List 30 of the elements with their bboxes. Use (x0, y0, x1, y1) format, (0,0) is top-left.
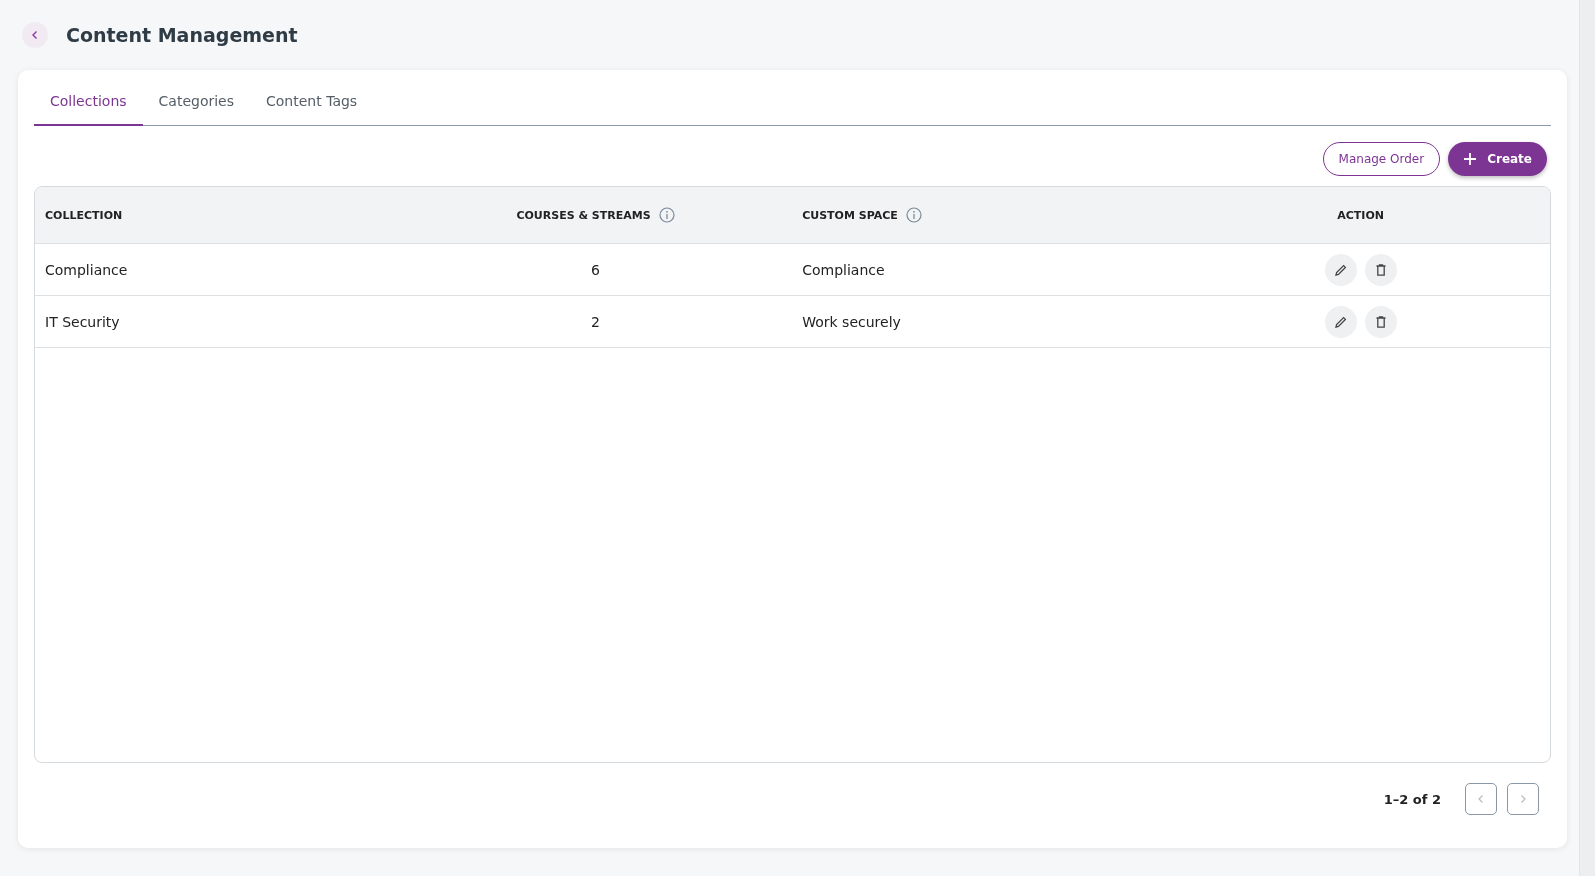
info-icon[interactable] (905, 207, 922, 223)
delete-button[interactable] (1364, 253, 1397, 286)
chevron-left-icon (30, 30, 40, 40)
chevron-left-icon (1476, 794, 1486, 804)
table-cell: IT Security (45, 313, 120, 330)
column-header: CUSTOM SPACE (802, 208, 898, 222)
table-cell: Compliance (802, 261, 885, 278)
tab[interactable]: Collections (34, 78, 143, 126)
edit-button[interactable] (1324, 253, 1357, 286)
page-range: 1–2 of 2 (1383, 791, 1441, 807)
column-header: COLLECTION (45, 208, 123, 222)
delete-button[interactable] (1364, 305, 1397, 338)
tab[interactable]: Content Tags (250, 78, 374, 126)
chevron-right-icon (1518, 794, 1528, 804)
manage-order-button[interactable]: Manage Order (1322, 142, 1441, 176)
info-icon[interactable] (658, 207, 675, 223)
column-header: COURSES & STREAMS (516, 208, 651, 222)
table-cell: Work securely (802, 313, 901, 330)
page-title: Content Management (66, 24, 298, 46)
table-cell: 6 (591, 261, 600, 278)
pencil-icon (1333, 262, 1348, 277)
column-header: ACTION (1337, 208, 1384, 222)
edit-button[interactable] (1324, 305, 1357, 338)
table-cell: 2 (591, 313, 600, 330)
table-cell: Compliance (45, 261, 128, 278)
plus-icon (1463, 152, 1478, 166)
back-button[interactable] (22, 22, 48, 48)
tab[interactable]: Categories (142, 78, 250, 126)
pencil-icon (1333, 314, 1348, 329)
create-button[interactable]: Create (1448, 142, 1547, 176)
